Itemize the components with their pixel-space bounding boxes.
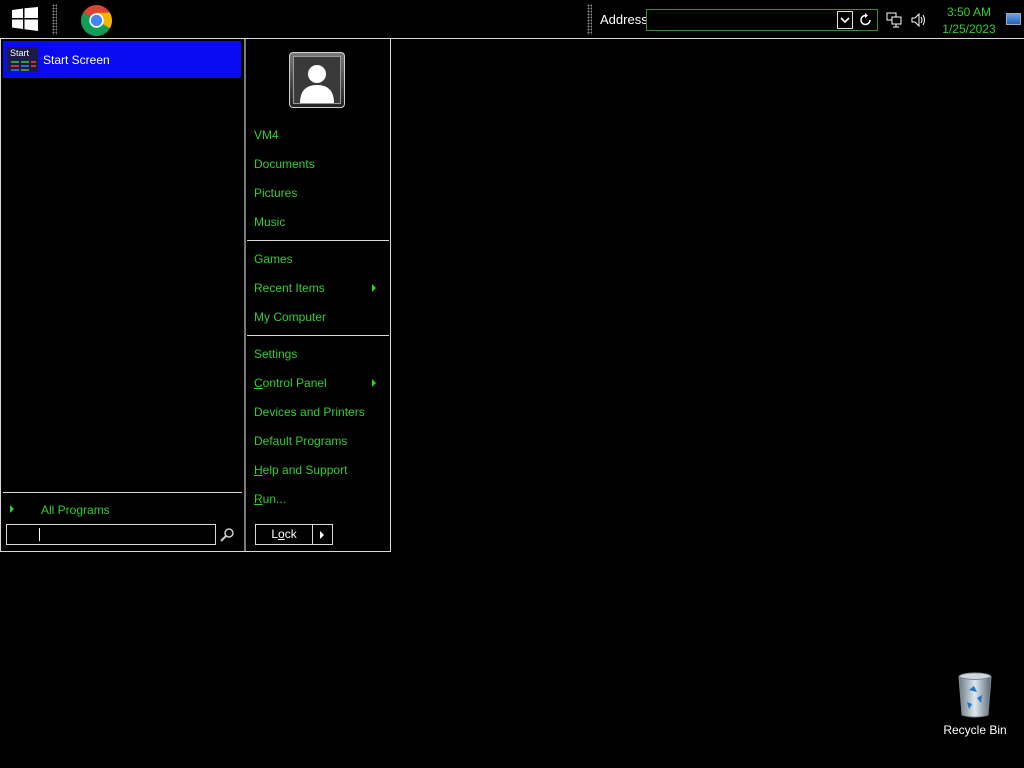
address-input[interactable]	[649, 12, 835, 28]
menu-item-default-programs[interactable]: Default Programs	[254, 431, 386, 451]
start-menu-places-pane: VM4 Documents Pictures Music Games Recen…	[246, 39, 390, 551]
menu-item-recent-items[interactable]: Recent Items	[254, 278, 386, 298]
menu-item-pictures[interactable]: Pictures	[254, 183, 386, 203]
search-input[interactable]	[11, 527, 209, 542]
submenu-arrow-icon	[372, 379, 376, 387]
desktop-icon-recycle-bin[interactable]: Recycle Bin	[940, 670, 1010, 740]
search-box[interactable]	[6, 524, 216, 545]
start-menu: Start Start Screen All Programs VM4 Docu…	[0, 39, 391, 552]
divider	[247, 335, 389, 336]
menu-item-settings[interactable]: Settings	[254, 344, 386, 364]
text-caret	[39, 528, 40, 541]
chevron-down-icon	[840, 17, 850, 24]
start-button[interactable]	[0, 0, 49, 39]
menu-item-documents[interactable]: Documents	[254, 154, 386, 174]
user-avatar-icon	[294, 57, 340, 103]
divider	[247, 240, 389, 241]
caret-right-icon	[320, 531, 324, 539]
menu-item-help-and-support[interactable]: Help and Support	[254, 460, 386, 480]
menu-item-user-folder[interactable]: VM4	[254, 125, 386, 145]
lock-button-group: Lock	[255, 524, 333, 545]
menu-item-run[interactable]: Run...	[254, 489, 386, 509]
address-bar[interactable]	[646, 9, 878, 31]
start-menu-programs-pane: Start Start Screen All Programs	[1, 39, 244, 551]
submenu-arrow-icon	[372, 284, 376, 292]
caret-right-icon	[10, 505, 14, 513]
menu-item-my-computer[interactable]: My Computer	[254, 307, 386, 327]
recycle-bin-icon	[958, 672, 992, 718]
menu-item-control-panel[interactable]: Control Panel	[254, 373, 386, 393]
toolbar-grip[interactable]	[52, 4, 57, 35]
taskbar: Address 3:50 AM 1/25/2023	[0, 0, 1024, 39]
chrome-icon[interactable]	[80, 4, 113, 37]
start-screen-icon: Start	[7, 47, 38, 72]
all-programs-button[interactable]: All Programs	[3, 499, 242, 521]
menu-item-devices-and-printers[interactable]: Devices and Printers	[254, 402, 386, 422]
divider	[3, 492, 242, 493]
search-icon[interactable]	[219, 527, 235, 543]
show-desktop-button[interactable]	[1006, 13, 1021, 25]
volume-icon[interactable]	[911, 12, 927, 28]
lock-button[interactable]: Lock	[256, 525, 312, 544]
start-screen-label: Start Screen	[43, 53, 110, 67]
address-label: Address	[600, 12, 648, 27]
network-icon[interactable]	[886, 12, 902, 28]
refresh-icon[interactable]	[857, 11, 875, 29]
address-dropdown-button[interactable]	[837, 11, 853, 29]
recycle-bin-label: Recycle Bin	[943, 723, 1007, 737]
lock-options-button[interactable]	[313, 525, 332, 544]
start-menu-item-start-screen[interactable]: Start Start Screen	[3, 41, 241, 78]
all-programs-label: All Programs	[41, 503, 110, 517]
address-toolbar-grip[interactable]	[587, 4, 592, 35]
menu-item-music[interactable]: Music	[254, 212, 386, 232]
clock-time[interactable]: 3:50 AM	[946, 5, 992, 19]
clock-date[interactable]: 1/25/2023	[940, 22, 998, 36]
windows-logo-icon	[12, 7, 38, 31]
user-picture[interactable]	[289, 52, 345, 108]
menu-item-games[interactable]: Games	[254, 249, 386, 269]
